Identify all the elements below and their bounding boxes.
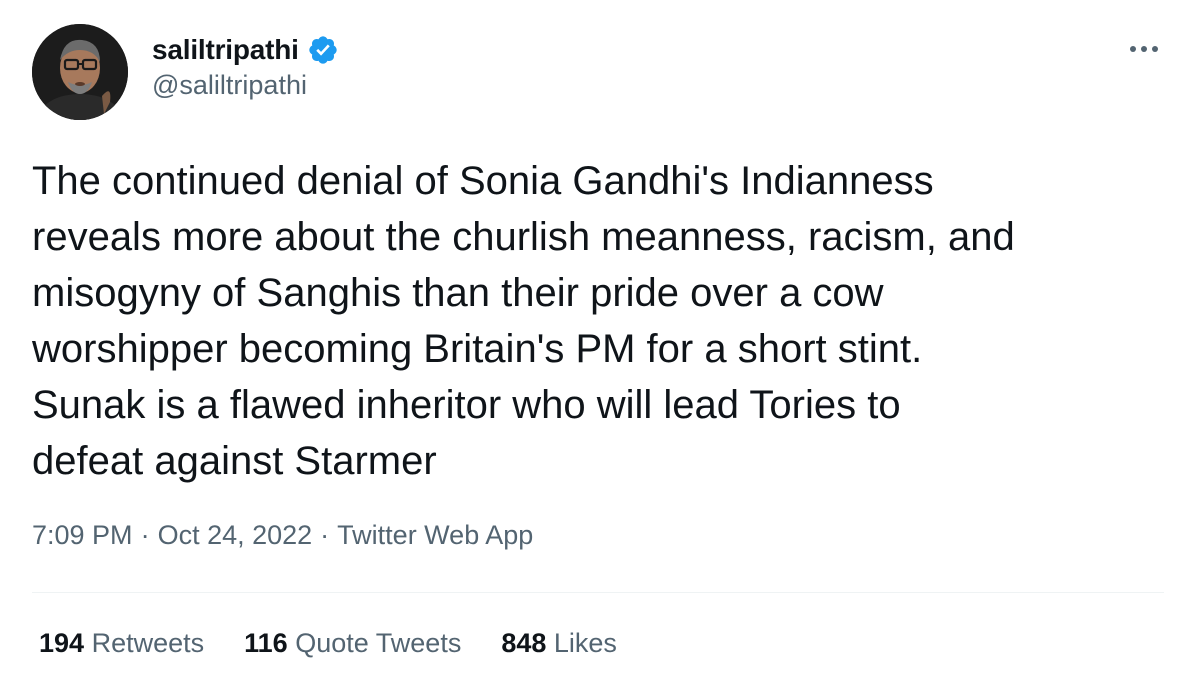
likes-stat[interactable]: 848 Likes xyxy=(501,628,617,659)
tweet-text-line: defeat against Starmer xyxy=(32,439,437,483)
tweet-text-line: Sunak is a flawed inheritor who will lea… xyxy=(32,383,901,427)
tweet-metadata: 7:09 PM · Oct 24, 2022 · Twitter Web App xyxy=(32,520,533,551)
divider xyxy=(32,592,1164,593)
tweet-text-line: The continued denial of Sonia Gandhi's I… xyxy=(32,159,934,203)
more-horizontal-icon xyxy=(1130,46,1158,52)
tweet-text-line: misogyny of Sanghis than their pride ove… xyxy=(32,271,884,315)
avatar[interactable] xyxy=(32,24,128,120)
verified-badge-icon xyxy=(307,34,339,66)
more-options-button[interactable] xyxy=(1124,34,1164,64)
quote-tweets-label: Quote Tweets xyxy=(295,628,462,658)
meta-separator: · xyxy=(320,520,330,550)
meta-separator: · xyxy=(140,520,150,550)
retweets-count: 194 xyxy=(39,628,85,658)
tweet-date: Oct 24, 2022 xyxy=(157,520,313,550)
author-display-name[interactable]: saliltripathi xyxy=(152,34,299,66)
retweets-label: Retweets xyxy=(91,628,205,658)
quote-tweets-count: 116 xyxy=(244,628,288,658)
tweet-source-link[interactable]: Twitter Web App xyxy=(337,520,533,550)
tweet-stats: 194 Retweets 116 Quote Tweets 848 Likes xyxy=(39,628,657,659)
tweet-text: The continued denial of Sonia Gandhi's I… xyxy=(32,153,1172,489)
retweets-stat[interactable]: 194 Retweets xyxy=(39,628,204,659)
tweet-text-line: worshipper becoming Britain's PM for a s… xyxy=(32,327,923,371)
tweet-text-line: reveals more about the churlish meanness… xyxy=(32,215,1015,259)
quote-tweets-stat[interactable]: 116 Quote Tweets xyxy=(244,628,461,659)
tweet-timestamp-link[interactable]: 7:09 PM · Oct 24, 2022 xyxy=(32,520,312,550)
tweet-time: 7:09 PM xyxy=(32,520,133,550)
likes-count: 848 xyxy=(501,628,547,658)
author-name-row[interactable]: saliltripathi xyxy=(152,30,339,70)
likes-label: Likes xyxy=(553,628,617,658)
author-handle[interactable]: @saliltripathi xyxy=(152,70,307,101)
avatar-photo xyxy=(32,24,128,120)
